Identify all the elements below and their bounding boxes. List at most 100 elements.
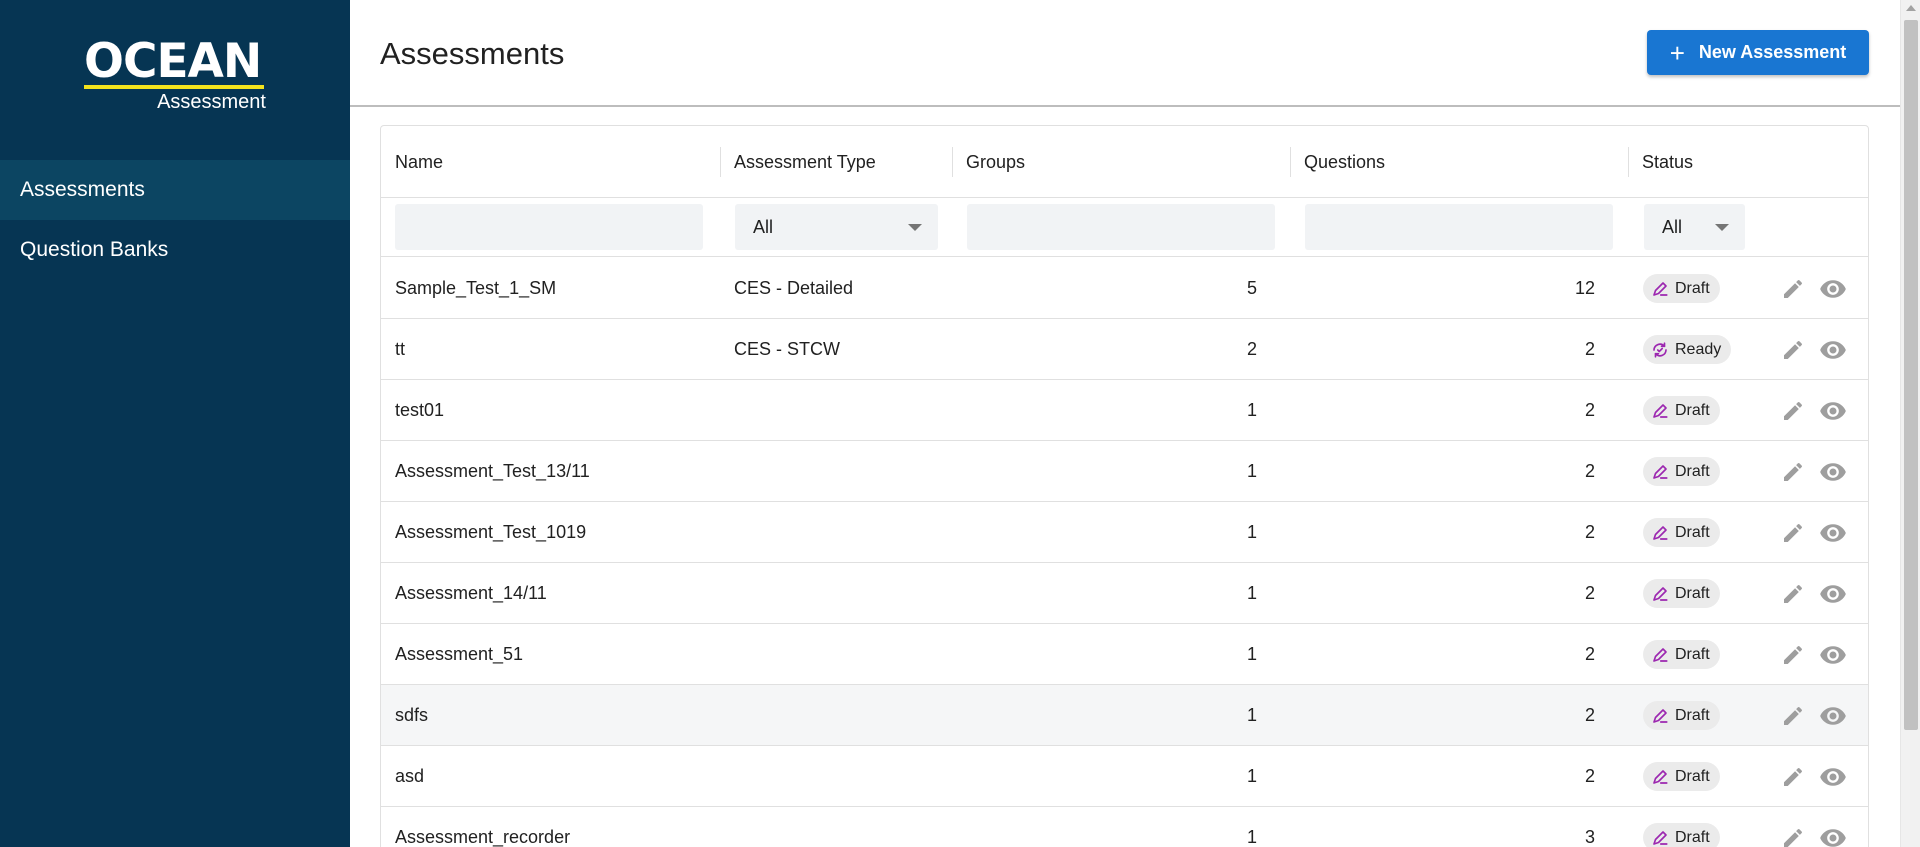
edit-icon[interactable] (1780, 764, 1806, 790)
status-label: Draft (1675, 279, 1710, 297)
page-title: Assessments (380, 36, 565, 71)
scroll-up-arrow-icon[interactable] (1906, 5, 1916, 11)
view-icon[interactable] (1818, 459, 1848, 485)
cell-name: Assessment_51 (395, 644, 524, 664)
draft-edit-icon (1651, 402, 1675, 420)
plus-icon: + (1669, 37, 1685, 68)
draft-edit-icon (1651, 829, 1675, 847)
logo-wordmark: OCEAN (84, 34, 262, 89)
view-icon[interactable] (1818, 337, 1848, 363)
cell-groups: 1 (1246, 705, 1257, 725)
view-icon[interactable] (1818, 276, 1848, 302)
table-row[interactable]: tt CES - STCW 2 2 Ready (381, 319, 1868, 380)
view-icon[interactable] (1818, 520, 1848, 546)
table-row[interactable]: Assessment_Test_13/11 1 2 Draft (381, 441, 1868, 502)
view-icon[interactable] (1818, 642, 1848, 668)
name-filter-input[interactable] (395, 204, 703, 250)
view-icon[interactable] (1818, 703, 1848, 729)
column-header-questions[interactable]: Questions (1290, 126, 1385, 198)
table-row[interactable]: Assessment_recorder 1 3 Draft (381, 807, 1868, 847)
edit-icon[interactable] (1780, 825, 1806, 847)
cell-questions: 3 (1584, 827, 1595, 847)
draft-edit-icon (1651, 768, 1675, 786)
cell-questions: 2 (1584, 522, 1595, 542)
cell-groups: 5 (1246, 278, 1257, 298)
edit-icon[interactable] (1780, 703, 1806, 729)
cell-name: Assessment_recorder (395, 827, 571, 847)
draft-edit-icon (1651, 280, 1675, 298)
edit-icon[interactable] (1780, 337, 1806, 363)
table-row[interactable]: sdfs 1 2 Draft (381, 685, 1868, 746)
draft-edit-icon (1651, 524, 1675, 542)
status-badge: Draft (1643, 762, 1720, 791)
cell-assessment-type: CES - Detailed (734, 278, 854, 298)
scrollbar-thumb[interactable] (1904, 20, 1918, 730)
table-row[interactable]: Sample_Test_1_SM CES - Detailed 5 12 Draft (381, 258, 1868, 319)
sidebar-nav: Assessments Question Banks (0, 160, 350, 280)
cell-questions: 2 (1584, 461, 1595, 481)
edit-icon[interactable] (1780, 642, 1806, 668)
groups-filter-input[interactable] (967, 204, 1275, 250)
edit-icon[interactable] (1780, 520, 1806, 546)
status-badge: Draft (1643, 396, 1720, 425)
cell-groups: 1 (1246, 461, 1257, 481)
edit-icon[interactable] (1780, 276, 1806, 302)
table-row[interactable]: Assessment_14/11 1 2 Draft (381, 563, 1868, 624)
cell-name: sdfs (395, 705, 429, 725)
assessment-type-filter-select[interactable]: All (735, 204, 938, 250)
draft-edit-icon (1651, 646, 1675, 664)
status-label: Ready (1675, 340, 1722, 358)
cell-questions: 2 (1584, 705, 1595, 725)
ready-refresh-icon (1651, 341, 1675, 359)
page-scrollbar[interactable] (1900, 0, 1920, 847)
table-row[interactable]: Assessment_51 1 2 Draft (381, 624, 1868, 685)
cell-name: Assessment_Test_1019 (395, 522, 587, 542)
column-header-groups[interactable]: Groups (952, 126, 1025, 198)
status-label: Draft (1675, 706, 1710, 724)
cell-assessment-type: CES - STCW (734, 339, 840, 359)
app-logo: OCEAN Assessment (84, 38, 266, 114)
edit-icon[interactable] (1780, 581, 1806, 607)
cell-name: Assessment_14/11 (395, 583, 547, 603)
column-header-assessment-type[interactable]: Assessment Type (720, 126, 876, 198)
cell-questions: 2 (1584, 339, 1595, 359)
status-label: Draft (1675, 401, 1710, 419)
cell-name: test01 (395, 400, 445, 420)
status-badge: Draft (1643, 457, 1720, 486)
new-assessment-label: New Assessment (1698, 42, 1847, 62)
cell-groups: 2 (1246, 339, 1257, 359)
table-row[interactable]: test01 1 2 Draft (381, 380, 1868, 441)
cell-groups: 1 (1246, 583, 1257, 603)
sidebar-item-assessments[interactable]: Assessments (0, 160, 350, 220)
sidebar-item-question-banks[interactable]: Question Banks (0, 220, 350, 280)
new-assessment-button[interactable]: + New Assessment (1647, 30, 1869, 75)
table-row[interactable]: asd 1 2 Draft (381, 746, 1868, 807)
cell-name: asd (395, 766, 425, 786)
status-badge: Draft (1643, 701, 1720, 730)
view-icon[interactable] (1818, 398, 1848, 424)
status-label: Draft (1675, 828, 1710, 846)
edit-icon[interactable] (1780, 398, 1806, 424)
cell-questions: 2 (1584, 644, 1595, 664)
status-filter-select[interactable]: All (1644, 204, 1745, 250)
table-row[interactable]: Assessment_Test_1019 1 2 Draft (381, 502, 1868, 563)
column-header-status[interactable]: Status (1628, 126, 1693, 198)
header-divider (350, 105, 1900, 107)
edit-icon[interactable] (1780, 459, 1806, 485)
status-badge: Ready (1643, 335, 1732, 364)
cell-name: Assessment_Test_13/11 (395, 461, 590, 481)
cell-groups: 1 (1246, 400, 1257, 420)
status-label: Draft (1675, 584, 1710, 602)
view-icon[interactable] (1818, 764, 1848, 790)
draft-edit-icon (1651, 707, 1675, 725)
questions-filter-input[interactable] (1305, 204, 1613, 250)
status-label: Draft (1675, 462, 1710, 480)
chevron-down-icon (1715, 224, 1729, 231)
logo-subtitle: Assessment (157, 91, 266, 113)
column-header-name[interactable]: Name (381, 126, 443, 198)
view-icon[interactable] (1818, 825, 1848, 847)
cell-groups: 1 (1246, 522, 1257, 542)
view-icon[interactable] (1818, 581, 1848, 607)
status-label: Draft (1675, 645, 1710, 663)
chevron-down-icon (908, 224, 922, 231)
